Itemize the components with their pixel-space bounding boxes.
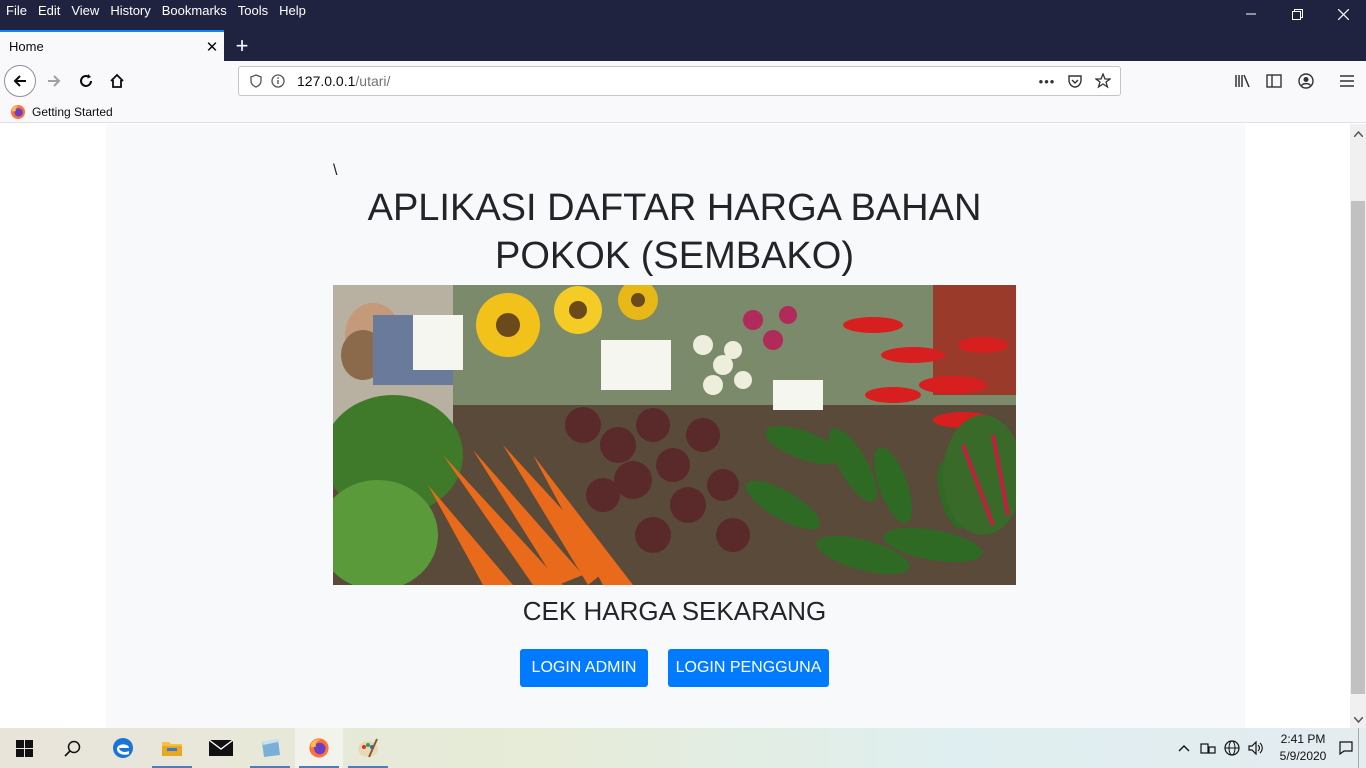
menu-help[interactable]: Help [274, 0, 311, 22]
account-button[interactable] [1290, 65, 1322, 97]
taskbar-paint[interactable] [344, 728, 392, 768]
scroll-thumb[interactable] [1351, 201, 1365, 694]
minimize-button[interactable] [1228, 0, 1274, 28]
firefox-icon [309, 738, 329, 758]
bookmarks-toolbar: Getting Started [0, 101, 1366, 123]
url-path: /utari/ [355, 73, 391, 89]
app-icon [262, 739, 280, 757]
info-icon[interactable] [267, 70, 289, 92]
sidebar-icon [1266, 74, 1282, 88]
stray-backslash: \ [333, 162, 338, 179]
tab-title: Home [9, 39, 44, 54]
reload-button[interactable] [70, 65, 102, 97]
library-icon [1234, 74, 1250, 88]
folder-icon [162, 742, 182, 756]
nav-bar: 127.0.0.1/utari/ ••• [0, 61, 1366, 101]
forward-button[interactable] [38, 65, 70, 97]
menu-bar: File Edit View History Bookmarks Tools H… [0, 0, 311, 22]
edge-icon [113, 738, 133, 758]
tab-home[interactable]: Home ✕ [0, 30, 224, 61]
title-bar: File Edit View History Bookmarks Tools H… [0, 0, 1366, 30]
window-controls [1228, 0, 1366, 30]
login-admin-button[interactable]: LOGIN ADMIN [520, 649, 648, 687]
tab-strip: Home ✕ + [0, 30, 1366, 61]
taskbar-app[interactable] [246, 728, 294, 768]
taskbar-edge[interactable] [99, 728, 147, 768]
home-icon [110, 73, 124, 88]
taskbar-file-explorer[interactable] [148, 728, 196, 768]
title-line-2: POKOK (SEMBAKO) [495, 235, 854, 277]
page-title: APLIKASI DAFTAR HARGA BAHAN POKOK (SEMBA… [333, 184, 1016, 280]
menu-tools[interactable]: Tools [233, 0, 273, 22]
hero-image-vegetables [333, 285, 1016, 585]
firefox-icon [11, 105, 25, 119]
network-globe-icon[interactable] [1220, 728, 1244, 768]
menu-bookmarks[interactable]: Bookmarks [157, 0, 232, 22]
show-desktop-button[interactable] [1358, 728, 1366, 768]
clock-time: 2:41 PM [1280, 732, 1326, 746]
library-button[interactable] [1226, 65, 1258, 97]
bookmark-getting-started[interactable]: Getting Started [10, 103, 113, 121]
hamburger-icon [1340, 75, 1354, 87]
title-line-1: APLIKASI DAFTAR HARGA BAHAN [367, 187, 982, 229]
main-menu-button[interactable] [1331, 65, 1363, 97]
windows-logo-icon [15, 739, 33, 757]
forward-arrow-icon [48, 75, 61, 87]
reload-icon [80, 74, 92, 87]
back-button[interactable] [4, 65, 36, 97]
tab-close-icon[interactable]: ✕ [200, 38, 224, 56]
menu-history[interactable]: History [105, 0, 155, 22]
vertical-scrollbar[interactable] [1350, 124, 1366, 728]
scroll-down-icon[interactable] [1350, 712, 1366, 728]
page-viewport: \ APLIKASI DAFTAR HARGA BAHAN POKOK (SEM… [0, 124, 1350, 728]
login-user-button[interactable]: LOGIN PENGGUNA [668, 649, 829, 687]
new-tab-button[interactable]: + [228, 30, 256, 61]
windows-taskbar: 2:41 PM 5/9/2020 [0, 728, 1366, 768]
menu-view[interactable]: View [66, 0, 104, 22]
taskbar-firefox[interactable] [295, 728, 343, 768]
mail-icon [209, 740, 233, 756]
volume-icon[interactable] [1244, 728, 1268, 768]
pocket-icon[interactable] [1064, 70, 1086, 92]
close-icon [1337, 8, 1349, 20]
notification-icon[interactable] [1334, 728, 1358, 768]
bookmark-label: Getting Started [32, 105, 113, 119]
system-tray: 2:41 PM 5/9/2020 [1172, 728, 1366, 768]
taskbar-mail[interactable] [197, 728, 245, 768]
url-bar[interactable]: 127.0.0.1/utari/ ••• [238, 66, 1121, 96]
bookmark-star-icon[interactable] [1092, 70, 1114, 92]
url-actions: ••• [1036, 70, 1114, 92]
shield-icon[interactable] [245, 70, 267, 92]
device-icon[interactable] [1196, 728, 1220, 768]
clock-date: 5/9/2020 [1279, 749, 1327, 763]
close-window-button[interactable] [1320, 0, 1366, 28]
taskbar-clock[interactable]: 2:41 PM 5/9/2020 [1272, 731, 1334, 765]
restore-button[interactable] [1274, 0, 1320, 28]
account-icon [1298, 73, 1314, 89]
search-icon [63, 740, 80, 757]
search-button[interactable] [48, 728, 96, 768]
back-arrow-icon [13, 75, 26, 87]
minimize-icon [1246, 13, 1256, 15]
paint-icon [358, 738, 378, 758]
check-price-heading: CEK HARGA SEKARANG [522, 596, 827, 626]
page-actions-icon[interactable]: ••• [1036, 70, 1058, 92]
url-host: 127.0.0.1 [297, 73, 356, 89]
restore-icon [1291, 8, 1303, 20]
chevron-up-icon[interactable] [1172, 728, 1196, 768]
vegetable-market-image [333, 285, 1016, 585]
sidebar-button[interactable] [1258, 65, 1290, 97]
menu-edit[interactable]: Edit [33, 0, 65, 22]
home-button[interactable] [101, 65, 133, 97]
scroll-up-icon[interactable] [1350, 126, 1366, 142]
url-text[interactable]: 127.0.0.1/utari/ [297, 73, 390, 89]
start-button[interactable] [0, 728, 48, 768]
menu-file[interactable]: File [1, 0, 32, 22]
